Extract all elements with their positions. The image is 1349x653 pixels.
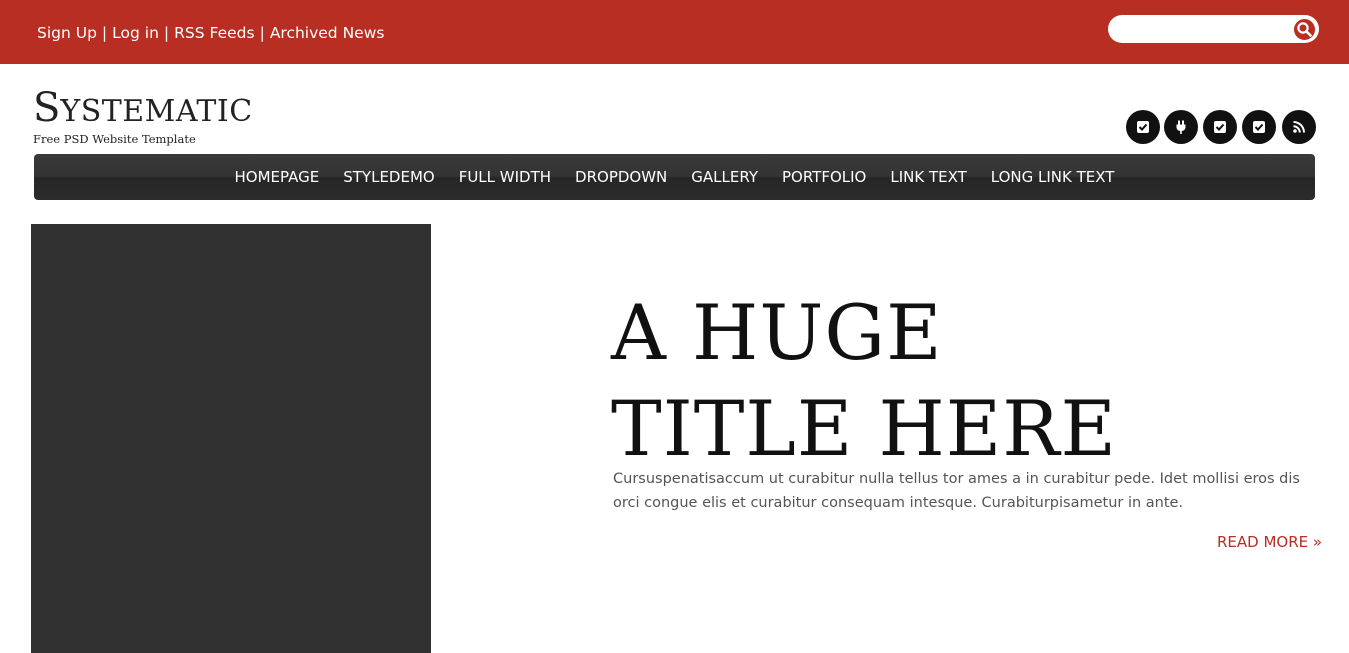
site-logo[interactable]: SYSTEMATIC bbox=[33, 88, 253, 128]
nav-item-long-link-text[interactable]: LONG LINK TEXT bbox=[991, 168, 1115, 186]
main-nav: HOMEPAGE STYLEDEMO FULL WIDTH DROPDOWN G… bbox=[34, 154, 1315, 200]
nav-list: HOMEPAGE STYLEDEMO FULL WIDTH DROPDOWN G… bbox=[34, 154, 1315, 200]
check-square-icon[interactable] bbox=[1242, 110, 1276, 144]
check-square-icon[interactable] bbox=[1126, 110, 1160, 144]
rss-feeds-link[interactable]: RSS Feeds bbox=[174, 24, 254, 42]
nav-item-portfolio[interactable]: PORTFOLIO bbox=[782, 168, 866, 186]
link-separator: | bbox=[101, 24, 108, 42]
archived-news-link[interactable]: Archived News bbox=[270, 24, 385, 42]
nav-item-homepage[interactable]: HOMEPAGE bbox=[235, 168, 320, 186]
nav-item-styledemo[interactable]: STYLEDEMO bbox=[343, 168, 434, 186]
plug-icon[interactable] bbox=[1164, 110, 1198, 144]
hero-title-line2: TITLE HERE bbox=[611, 384, 1117, 473]
search-button[interactable] bbox=[1292, 17, 1317, 42]
check-square-icon[interactable] bbox=[1203, 110, 1237, 144]
rss-icon[interactable] bbox=[1282, 110, 1316, 144]
link-separator: | bbox=[259, 24, 265, 42]
nav-item-dropdown[interactable]: DROPDOWN bbox=[575, 168, 667, 186]
nav-item-gallery[interactable]: GALLERY bbox=[691, 168, 758, 186]
nav-item-link-text[interactable]: LINK TEXT bbox=[890, 168, 966, 186]
nav-item-full-width[interactable]: FULL WIDTH bbox=[459, 168, 551, 186]
link-separator: | bbox=[163, 24, 170, 42]
search-input[interactable] bbox=[1118, 19, 1288, 39]
search-box bbox=[1108, 15, 1319, 43]
log-in-link[interactable]: Log in bbox=[112, 24, 159, 42]
hero-title-line1: A HUGE bbox=[611, 288, 943, 377]
hero-title: A HUGE TITLE HERE bbox=[611, 285, 1311, 477]
sign-up-link[interactable]: Sign Up bbox=[37, 24, 97, 42]
top-links: Sign Up | Log in | RSS Feeds | Archived … bbox=[37, 22, 384, 44]
hero-text: Cursuspenatisaccum ut curabitur nulla te… bbox=[613, 471, 1300, 511]
hero-image-placeholder bbox=[31, 224, 431, 653]
read-more-link[interactable]: READ MORE » bbox=[1217, 533, 1322, 551]
site-tagline: Free PSD Website Template bbox=[33, 132, 196, 146]
